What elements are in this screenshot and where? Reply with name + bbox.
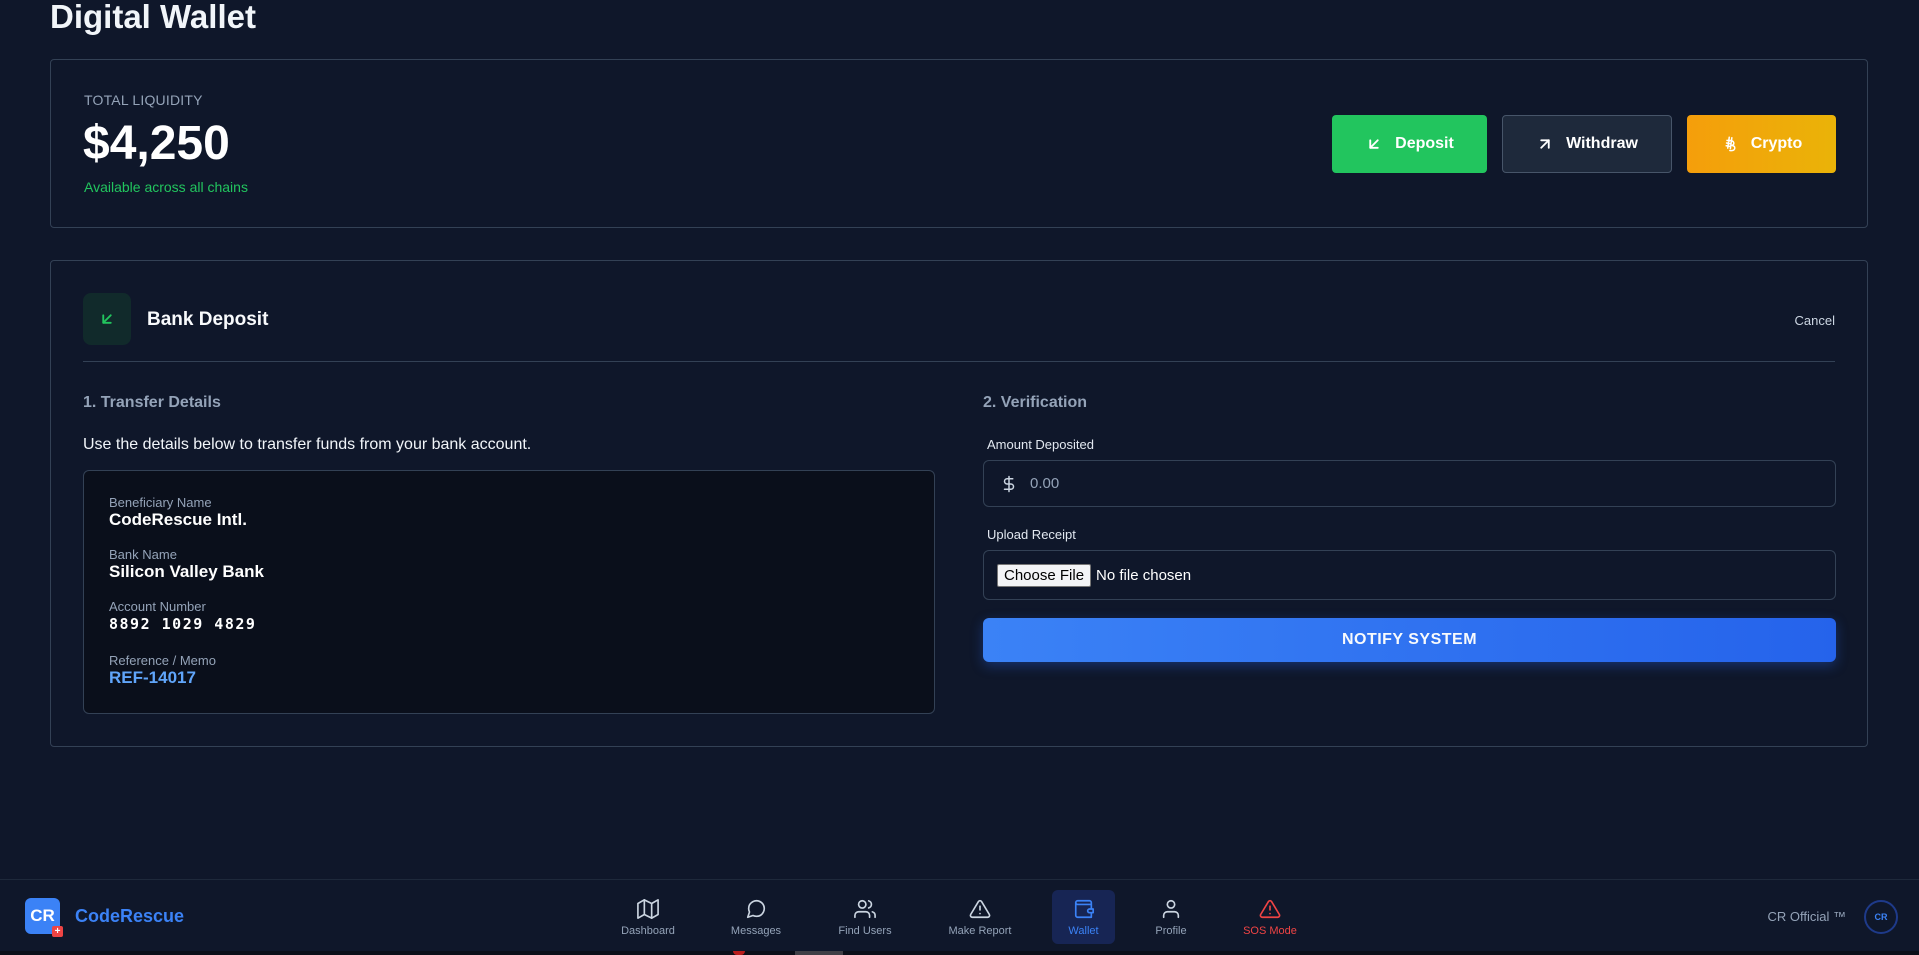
receipt-upload-field: Choose File No file chosen: [983, 550, 1836, 600]
bank-deposit-card: Bank Deposit Cancel 1. Transfer Details …: [50, 260, 1868, 747]
brand-name[interactable]: CodeRescue: [75, 906, 184, 927]
alert-triangle-icon: [969, 899, 991, 918]
nav-label-messages: Messages: [730, 924, 782, 937]
logo-plus-badge: +: [52, 926, 63, 937]
crypto-button-label: Crypto: [1750, 135, 1803, 152]
receipt-label: Upload Receipt: [987, 527, 1076, 542]
nav-item-find-users[interactable]: Find Users: [828, 890, 902, 944]
liquidity-subtext: Available across all chains: [84, 179, 248, 195]
nav-item-make-report[interactable]: Make Report: [942, 890, 1018, 944]
account-number-value: 8892 1029 4829: [109, 615, 257, 633]
nav-item-profile[interactable]: Profile: [1148, 890, 1194, 944]
user-icon: [1162, 899, 1180, 918]
app-logo[interactable]: CR +: [25, 898, 63, 937]
arrow-down-left-icon: [102, 314, 112, 324]
bitcoin-icon: [1725, 136, 1736, 152]
liquidity-amount: $4,250: [83, 117, 230, 170]
horizontal-scrollbar[interactable]: [0, 951, 1919, 955]
bank-name-label: Bank Name: [109, 547, 177, 562]
wallet-icon: [1074, 899, 1094, 918]
beneficiary-label: Beneficiary Name: [109, 495, 212, 510]
liquidity-card: TOTAL LIQUIDITY $4,250 Available across …: [50, 59, 1868, 228]
amount-label: Amount Deposited: [987, 437, 1094, 452]
nav-item-sos-mode[interactable]: SOS Mode: [1236, 890, 1304, 944]
transfer-details-heading: 1. Transfer Details: [83, 394, 221, 411]
nav-label-wallet: Wallet: [1068, 924, 1099, 937]
transfer-description: Use the details below to transfer funds …: [83, 436, 532, 453]
bank-details-box: Beneficiary Name CodeRescue Intl. Bank N…: [83, 470, 935, 714]
nav-label-sos-mode: SOS Mode: [1243, 924, 1297, 937]
reference-label: Reference / Memo: [109, 653, 216, 668]
bank-name-value: Silicon Valley Bank: [109, 562, 264, 581]
file-status: No file chosen: [1096, 566, 1192, 584]
verification-heading: 2. Verification: [983, 394, 1088, 411]
scrollbar-thumb[interactable]: [795, 951, 843, 955]
deposit-button[interactable]: Deposit: [1332, 115, 1487, 173]
nav-item-dashboard[interactable]: Dashboard: [612, 890, 684, 944]
arrow-down-left-icon: [1369, 139, 1379, 149]
notify-system-button[interactable]: NOTIFY SYSTEM: [983, 618, 1836, 662]
logo-text: CR: [30, 906, 55, 925]
users-icon: [854, 899, 876, 918]
withdraw-button[interactable]: Withdraw: [1502, 115, 1672, 173]
crypto-button[interactable]: Crypto: [1687, 115, 1836, 173]
nav-label-find-users: Find Users: [838, 924, 892, 937]
nav-item-messages[interactable]: Messages: [724, 890, 788, 944]
official-label: CR Official ™: [1767, 909, 1847, 924]
nav-label-make-report: Make Report: [948, 924, 1012, 937]
arrow-up-right-icon: [1540, 139, 1550, 149]
withdraw-button-label: Withdraw: [1566, 135, 1638, 152]
nav-label-profile: Profile: [1155, 924, 1187, 937]
dollar-icon: [1003, 475, 1015, 492]
page-title: Digital Wallet: [50, 0, 256, 35]
amount-field: [983, 460, 1836, 507]
account-number-label: Account Number: [109, 599, 206, 614]
reference-value: REF-14017: [109, 668, 196, 687]
deposit-icon-box: [83, 293, 131, 345]
bottom-navigation: CR + CodeRescue Dashboard Messages Find …: [0, 879, 1919, 955]
nav-item-wallet[interactable]: Wallet: [1052, 890, 1115, 944]
amount-input[interactable]: [1030, 475, 1835, 492]
message-circle-icon: [746, 899, 766, 918]
choose-file-button[interactable]: Choose File: [997, 563, 1092, 587]
nav-label-dashboard: Dashboard: [621, 924, 675, 937]
map-icon: [637, 898, 659, 919]
cancel-button[interactable]: Cancel: [1795, 313, 1835, 328]
deposit-panel-title: Bank Deposit: [147, 309, 269, 330]
alert-triangle-icon: [1259, 899, 1281, 918]
deposit-button-label: Deposit: [1395, 135, 1454, 152]
avatar[interactable]: CR: [1864, 900, 1898, 934]
beneficiary-value: CodeRescue Intl.: [109, 510, 247, 529]
divider: [83, 361, 1835, 362]
liquidity-label: TOTAL LIQUIDITY: [84, 92, 203, 108]
